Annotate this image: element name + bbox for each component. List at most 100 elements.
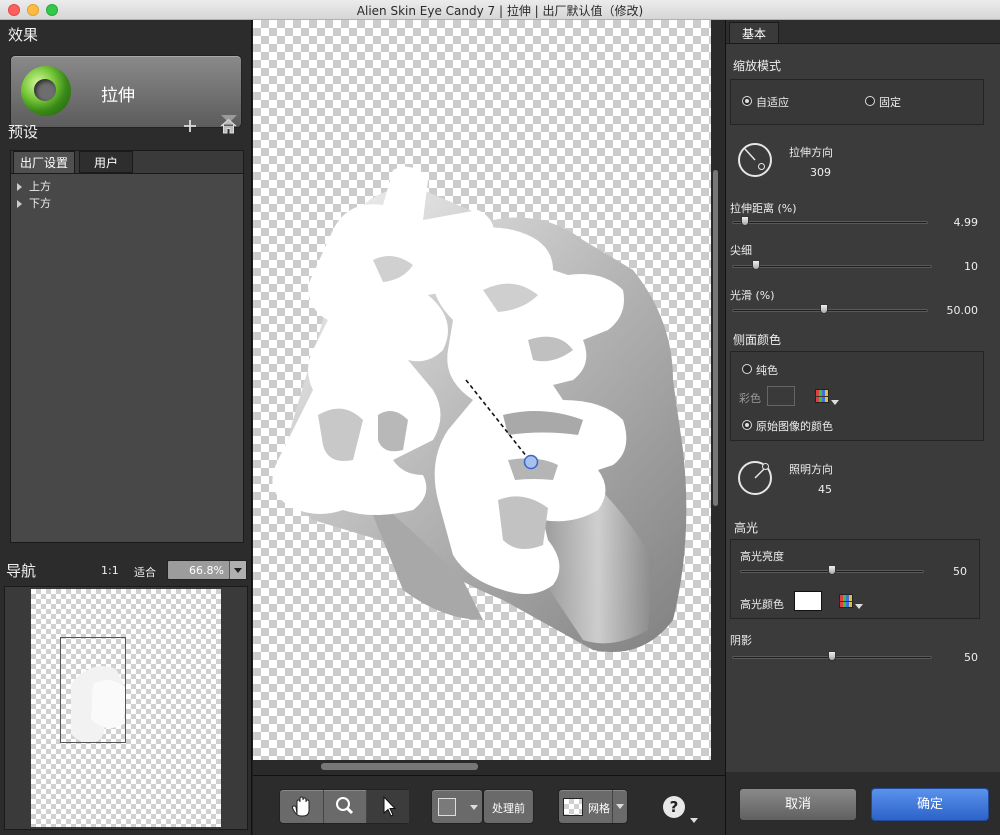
- chevron-down-icon: [616, 804, 624, 809]
- window-title: Alien Skin Eye Candy 7 | 拉伸 | 出厂默认值（修改): [356, 4, 644, 18]
- zoom-fit-button[interactable]: 适合: [134, 564, 156, 580]
- title-bar: Alien Skin Eye Candy 7 | 拉伸 | 出厂默认值（修改): [0, 0, 1000, 20]
- before-label: 处理前: [492, 802, 525, 815]
- highlight-color-swatch[interactable]: [794, 591, 822, 611]
- scale-mode-group: 自适应 固定: [730, 79, 984, 125]
- shadow-thumb[interactable]: [828, 651, 836, 661]
- zoom-tool-button[interactable]: [323, 790, 366, 823]
- stretch-direction-dial[interactable]: [738, 143, 772, 177]
- background-color-picker[interactable]: [431, 789, 483, 824]
- home-icon[interactable]: [220, 118, 237, 139]
- stretch-direction-value[interactable]: 309: [810, 166, 831, 179]
- dial-handle[interactable]: [762, 463, 769, 470]
- image-canvas[interactable]: [253, 20, 711, 760]
- left-panel: 效果 拉伸 预设 出厂设置 用户 上方 下方 导航 1:1 适合 66.8%: [0, 20, 252, 835]
- effect-heading: 效果: [8, 26, 39, 44]
- shadow-label: 阴影: [730, 634, 752, 647]
- color-label: 彩色: [739, 392, 761, 405]
- light-direction-value[interactable]: 45: [818, 483, 832, 496]
- before-button[interactable]: 处理前: [483, 789, 534, 824]
- radio-original-color-label[interactable]: 原始图像的颜色: [756, 418, 833, 434]
- hand-tool-button[interactable]: [280, 790, 323, 823]
- arrow-cursor-icon: [383, 795, 397, 817]
- chevron-down-icon[interactable]: [831, 400, 839, 405]
- taper-label: 尖细: [730, 244, 752, 257]
- taper-slider[interactable]: [732, 265, 932, 268]
- chevron-down-icon[interactable]: [690, 818, 698, 823]
- taper-value[interactable]: 10: [938, 260, 978, 273]
- magnifier-icon: [336, 797, 354, 815]
- help-icon[interactable]: ?: [663, 796, 685, 818]
- zoom-level-dropdown[interactable]: 66.8%: [167, 560, 247, 580]
- rendered-glyph: [272, 166, 687, 652]
- ok-button[interactable]: 确定: [871, 788, 989, 821]
- radio-original-color[interactable]: [742, 420, 752, 430]
- navigator-preview[interactable]: [4, 586, 248, 830]
- scale-mode-heading: 缩放模式: [733, 59, 782, 73]
- tree-item-bottom[interactable]: 下方: [17, 195, 51, 211]
- side-color-swatch[interactable]: [767, 386, 795, 406]
- cancel-button[interactable]: 取消: [739, 788, 857, 821]
- smooth-thumb[interactable]: [820, 304, 828, 314]
- zoom-value: 66.8%: [189, 564, 224, 577]
- plus-icon[interactable]: [182, 118, 198, 139]
- settings-panel: 缩放模式 自适应 固定 拉伸方向 309 拉伸距离 (%) 4.99 尖细 10…: [726, 43, 1000, 795]
- smooth-slider[interactable]: [732, 309, 928, 312]
- chevron-down-icon[interactable]: [855, 604, 863, 609]
- tree-item-label: 上方: [29, 180, 51, 193]
- side-color-heading: 侧面颜色: [733, 333, 782, 347]
- shadow-value[interactable]: 50: [938, 651, 978, 664]
- pointer-tool-button[interactable]: [366, 790, 409, 823]
- light-direction-label: 照明方向: [789, 463, 833, 476]
- tool-group: [279, 789, 409, 824]
- stretch-distance-slider[interactable]: [732, 221, 928, 224]
- highlight-heading: 高光: [734, 521, 759, 535]
- smooth-label: 光滑 (%): [730, 289, 775, 302]
- smooth-value[interactable]: 50.00: [938, 304, 979, 317]
- grid-label: 网格: [588, 802, 610, 815]
- taper-thumb[interactable]: [752, 260, 760, 270]
- highlight-brightness-label: 高光亮度: [740, 550, 784, 563]
- radio-solid-color-label[interactable]: 纯色: [756, 362, 778, 378]
- stretch-distance-value[interactable]: 4.99: [938, 216, 979, 229]
- grid-toggle[interactable]: 网格: [558, 789, 628, 824]
- highlight-brightness-thumb[interactable]: [828, 565, 836, 575]
- navigator-viewport-box[interactable]: [60, 637, 126, 743]
- color-grid-icon[interactable]: [839, 594, 853, 608]
- tab-factory-presets[interactable]: 出厂设置: [13, 151, 75, 173]
- grid-icon: [563, 798, 583, 816]
- expand-arrow-icon[interactable]: [17, 183, 22, 191]
- chevron-down-icon[interactable]: [229, 561, 246, 579]
- radio-fixed-label[interactable]: 固定: [879, 94, 901, 110]
- hand-icon: [291, 796, 310, 817]
- tree-item-top[interactable]: 上方: [17, 178, 51, 194]
- tab-basic[interactable]: 基本: [729, 22, 779, 44]
- presets-heading: 预设: [8, 123, 39, 141]
- stretch-distance-thumb[interactable]: [741, 216, 749, 226]
- vertical-scrollbar[interactable]: [713, 170, 718, 506]
- color-grid-icon[interactable]: [815, 389, 829, 403]
- radio-solid-color[interactable]: [742, 364, 752, 374]
- canvas-toolbar: 处理前 网格 ?: [253, 775, 725, 835]
- tab-user-presets[interactable]: 用户: [79, 151, 133, 173]
- presets-panel: 出厂设置 用户 上方 下方: [10, 150, 244, 543]
- highlight-brightness-value[interactable]: 50: [927, 565, 967, 578]
- stretch-distance-label: 拉伸距离 (%): [730, 202, 797, 215]
- dialog-buttons: 取消 确定: [726, 772, 1000, 835]
- canvas-area: [253, 20, 725, 775]
- right-panel: 基本 缩放模式 自适应 固定 拉伸方向 309 拉伸距离 (%) 4.99 尖细…: [725, 20, 1000, 835]
- presets-tree: 上方 下方: [11, 173, 243, 542]
- tree-item-label: 下方: [29, 197, 51, 210]
- light-direction-dial[interactable]: [738, 461, 772, 495]
- side-color-group: 纯色 彩色 原始图像的颜色: [730, 351, 984, 441]
- zoom-actual-size-button[interactable]: 1:1: [101, 564, 119, 577]
- radio-fixed[interactable]: [865, 96, 875, 106]
- radio-adaptive-label[interactable]: 自适应: [756, 94, 789, 110]
- highlight-color-label: 高光颜色: [740, 598, 784, 611]
- navigator-heading: 导航: [6, 562, 37, 580]
- grid-dropdown[interactable]: [612, 790, 627, 823]
- radio-adaptive[interactable]: [742, 96, 752, 106]
- effect-selector[interactable]: 拉伸: [10, 55, 242, 128]
- horizontal-scrollbar[interactable]: [321, 763, 478, 770]
- expand-arrow-icon[interactable]: [17, 200, 22, 208]
